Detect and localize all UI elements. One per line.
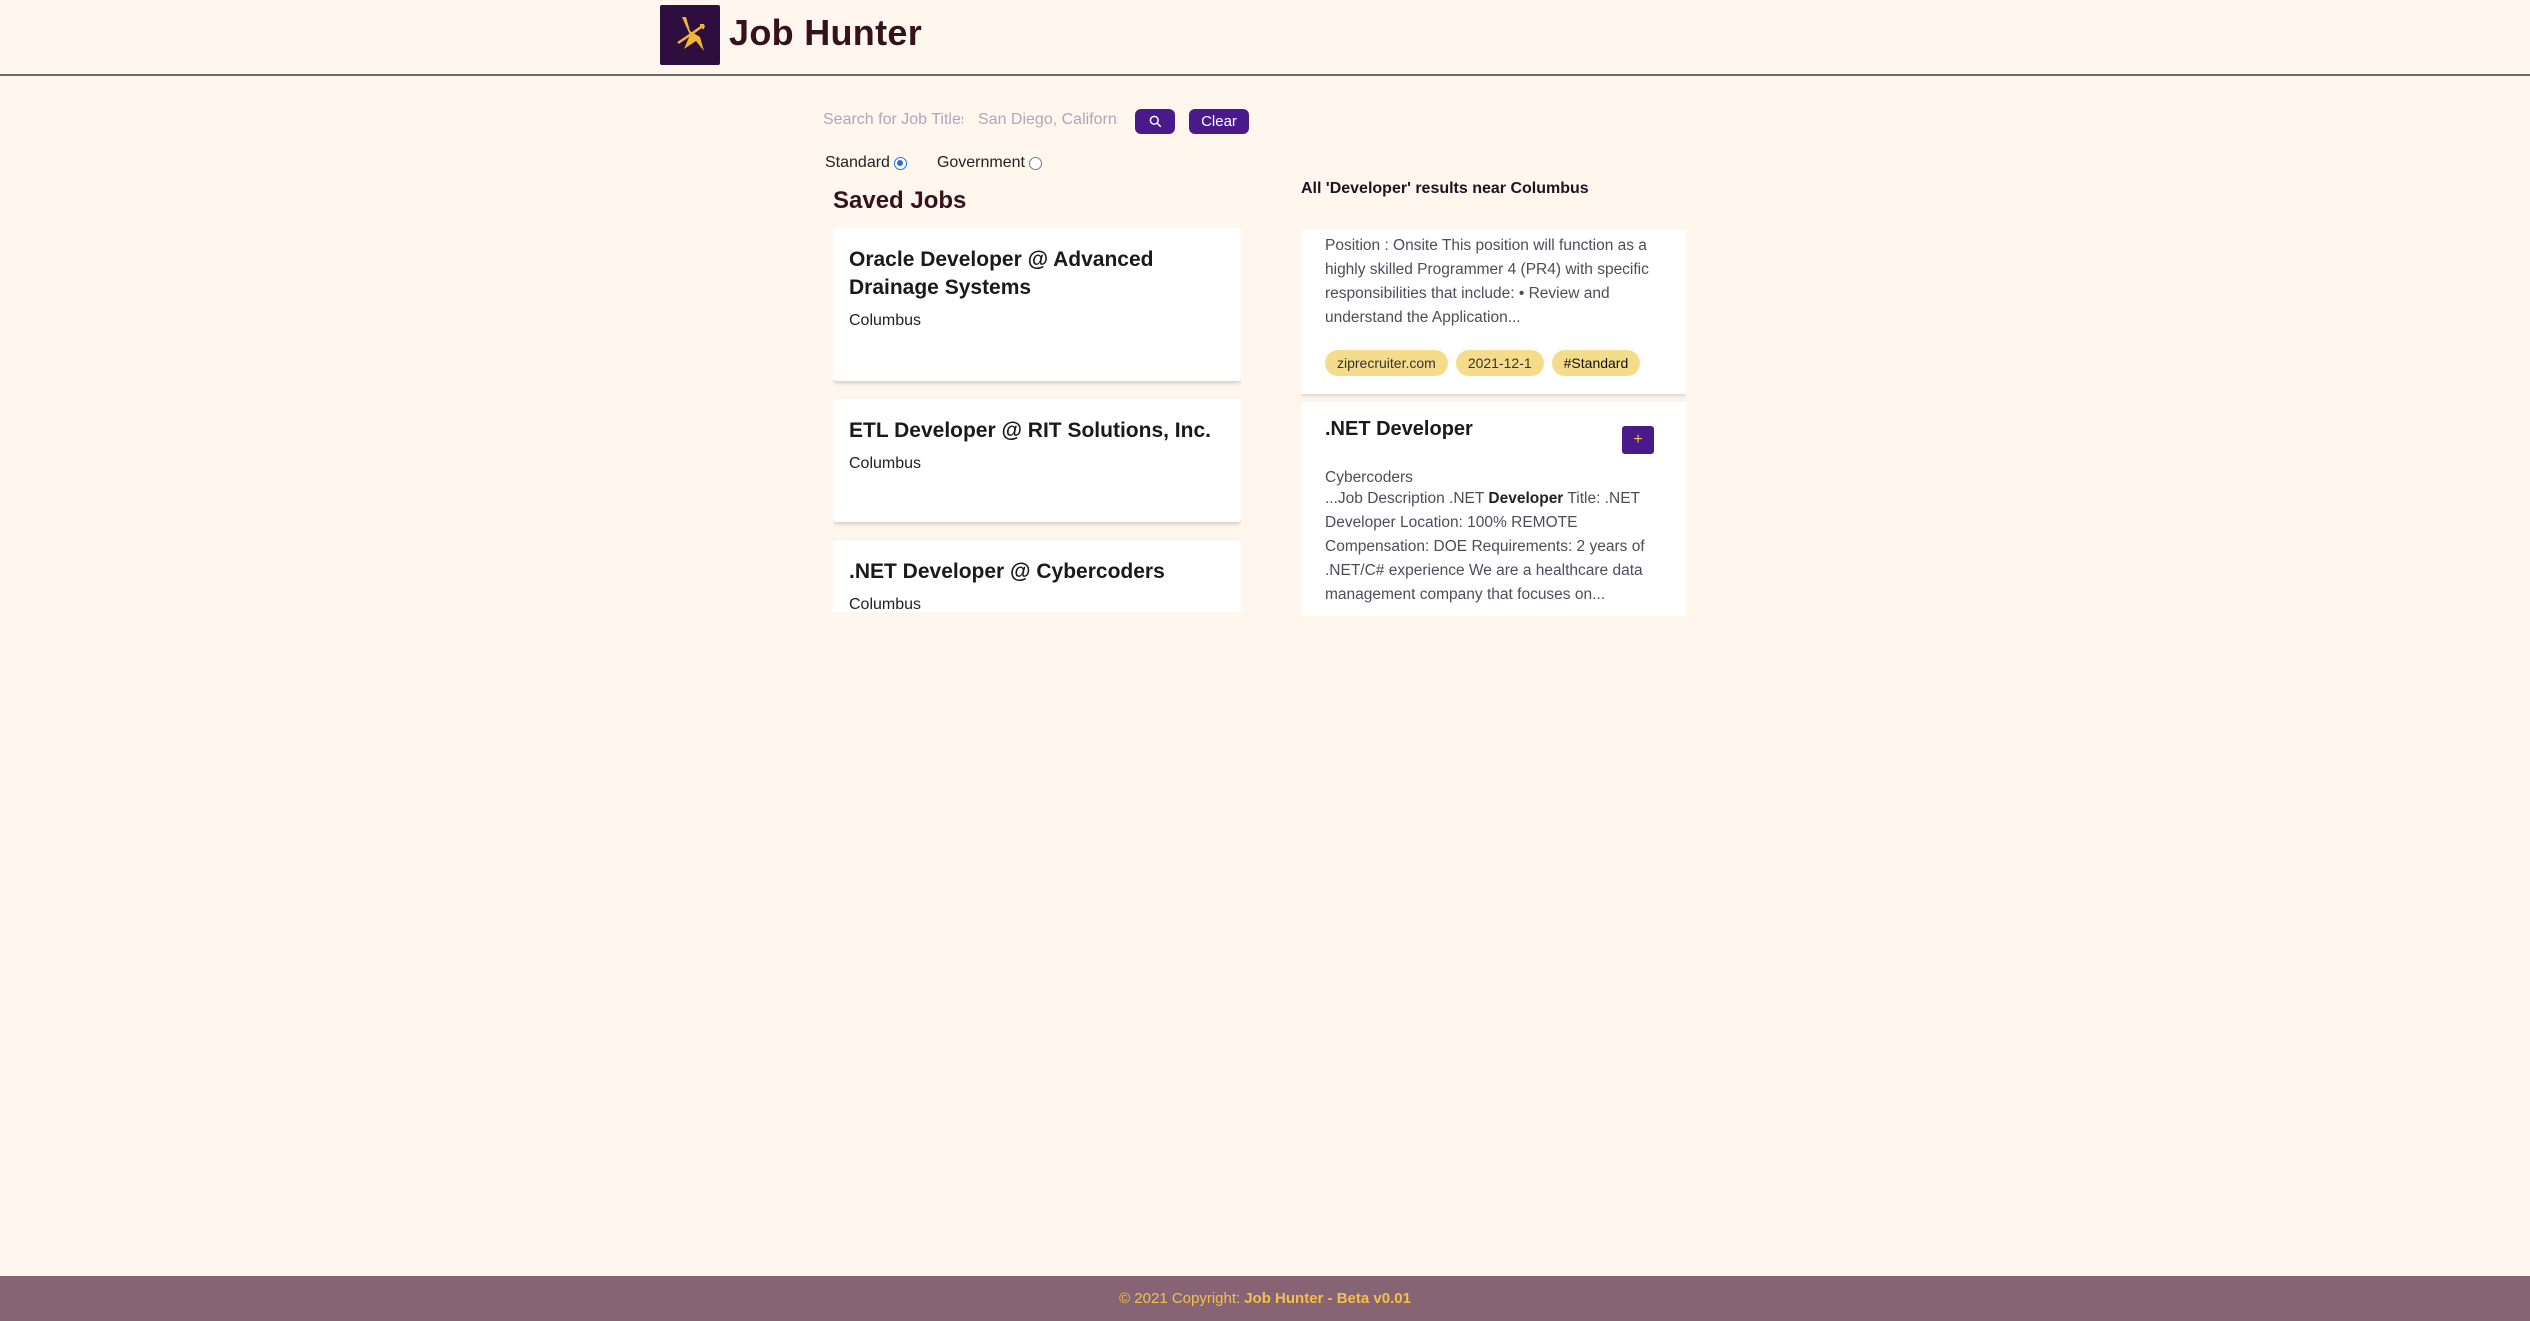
saved-job-title[interactable]: Oracle Developer @ Advanced Drainage Sys… xyxy=(849,246,1225,302)
result-company: Cybercoders xyxy=(1325,469,1413,486)
location-search-input[interactable] xyxy=(978,106,1118,134)
snippet-highlight: Developer xyxy=(1488,490,1564,507)
filter-standard-label: Standard xyxy=(825,154,890,171)
result-snippet: ...Job Description .NET Developer Title:… xyxy=(1325,487,1662,607)
footer-product[interactable]: Job Hunter - Beta v0.01 xyxy=(1244,1290,1411,1307)
saved-job-location: Columbus xyxy=(849,596,922,612)
saved-jobs-list[interactable]: Oracle Developer @ Advanced Drainage Sys… xyxy=(833,228,1241,612)
result-description: Position : Onsite This position will fun… xyxy=(1325,237,1649,326)
clear-button[interactable]: Clear xyxy=(1189,109,1249,134)
type-tag: #Standard xyxy=(1551,350,1641,376)
saved-job-location: Columbus xyxy=(849,312,922,329)
saved-job-title[interactable]: ETL Developer @ RIT Solutions, Inc. xyxy=(849,417,1225,445)
footer: © 2021 Copyright: Job Hunter - Beta v0.0… xyxy=(0,1276,2530,1321)
search-button[interactable] xyxy=(1135,109,1175,134)
job-title-search-input[interactable] xyxy=(823,106,963,134)
filter-standard[interactable]: Standard xyxy=(825,154,907,172)
brand-name[interactable]: Job Hunter xyxy=(729,12,922,54)
saved-job-card[interactable]: Oracle Developer @ Advanced Drainage Sys… xyxy=(833,228,1241,381)
filter-government[interactable]: Government xyxy=(937,154,1042,172)
standard-radio[interactable] xyxy=(893,156,907,170)
job-type-filter: Standard Government xyxy=(825,154,1072,172)
saved-job-location: Columbus xyxy=(849,455,922,472)
saved-job-card[interactable]: .NET Developer @ Cybercoders Columbus xyxy=(833,540,1241,612)
government-radio[interactable] xyxy=(1028,156,1042,170)
filter-government-label: Government xyxy=(936,154,1025,171)
result-card[interactable]: .NET Developer + Cybercoders ...Job Desc… xyxy=(1301,402,1686,616)
add-to-saved-button[interactable]: + xyxy=(1622,426,1654,454)
saved-jobs-title: Saved Jobs xyxy=(833,187,967,214)
search-icon xyxy=(1149,115,1161,128)
date-tag: 2021-12-1 xyxy=(1455,350,1544,376)
saved-job-title[interactable]: .NET Developer @ Cybercoders xyxy=(849,558,1225,586)
results-heading: All 'Developer' results near Columbus xyxy=(1301,180,1589,197)
result-card[interactable]: Position : Onsite This position will fun… xyxy=(1301,230,1686,394)
result-title[interactable]: .NET Developer xyxy=(1325,402,1662,441)
footer-copyright: © 2021 Copyright: xyxy=(1119,1290,1241,1307)
result-tags: ziprecruiter.com 2021-12-1 #Standard xyxy=(1325,350,1662,376)
navbar: Job Hunter xyxy=(0,0,2530,76)
source-tag: ziprecruiter.com xyxy=(1325,350,1448,376)
hunter-logo-icon[interactable] xyxy=(660,5,720,65)
snippet-text: ...Job Description .NET xyxy=(1325,490,1489,507)
results-list[interactable]: Position : Onsite This position will fun… xyxy=(1301,230,1686,616)
saved-job-card[interactable]: ETL Developer @ RIT Solutions, Inc. Colu… xyxy=(833,399,1241,522)
